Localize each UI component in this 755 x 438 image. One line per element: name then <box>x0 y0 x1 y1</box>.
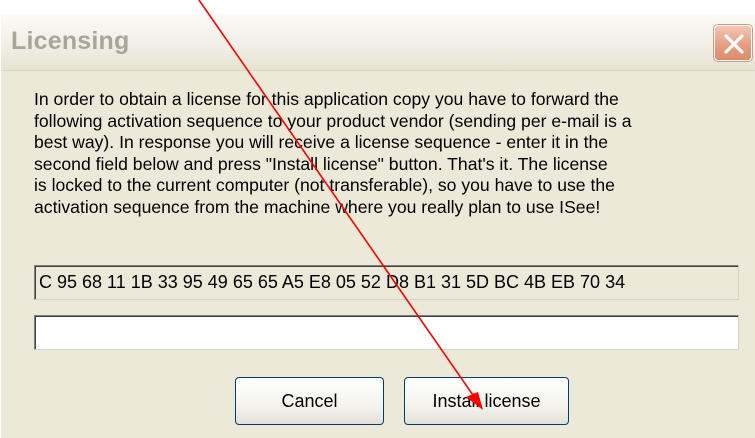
licensing-dialog: Licensing In order to obtain a license f… <box>0 14 755 438</box>
title-bar[interactable]: Licensing <box>1 14 755 71</box>
cancel-button[interactable]: Cancel <box>235 377 384 425</box>
close-button[interactable] <box>714 25 752 61</box>
close-icon <box>724 34 744 54</box>
license-sequence-input[interactable] <box>34 315 739 350</box>
license-instructions: In order to obtain a license for this ap… <box>34 89 632 217</box>
install-license-button[interactable]: Install license <box>404 377 569 425</box>
activation-sequence-field[interactable]: C 95 68 11 1B 33 95 49 65 65 A5 E8 05 52… <box>34 265 739 300</box>
dialog-title: Licensing <box>11 27 130 55</box>
